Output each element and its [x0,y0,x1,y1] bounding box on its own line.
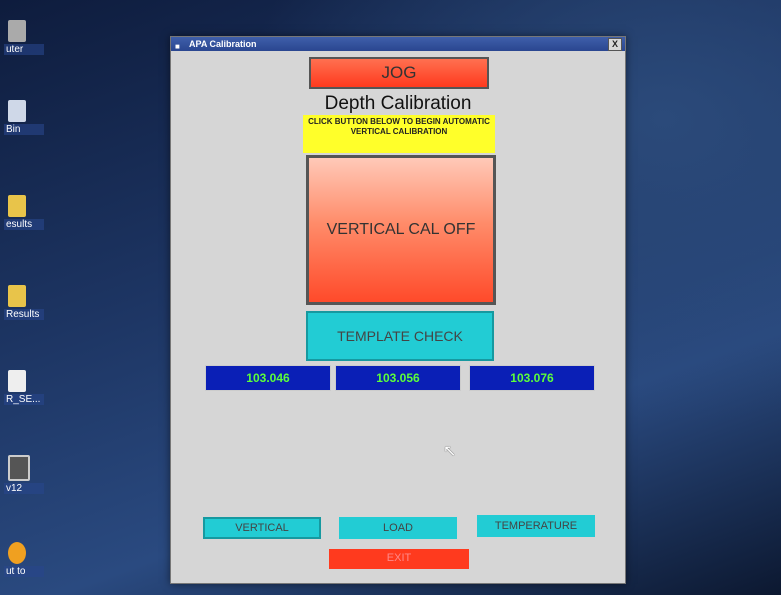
document-icon [8,370,26,392]
desktop-icon-label: ut to [4,566,44,577]
mouse-cursor-icon: ↖ [443,443,457,460]
desktop-icon-label: esults [4,219,44,230]
desktop-icon-file[interactable]: R_SE... [4,370,44,405]
chrome-icon [8,542,26,564]
vertical-button[interactable]: VERTICAL [203,517,321,539]
readout-1: 103.046 [205,365,331,391]
application-icon [8,455,30,481]
window-title: APA Calibration [189,39,257,49]
computer-icon [8,20,26,42]
calibration-notice: CLICK BUTTON BELOW TO BEGIN AUTOMATIC VE… [303,115,495,153]
desktop-icon-label: uter [4,44,44,55]
readout-2: 103.056 [335,365,461,391]
desktop-icon-label: R_SE... [4,394,44,405]
desktop-icon-chrome[interactable]: ut to [4,542,44,577]
folder-icon [8,285,26,307]
desktop-icon-label: Results [4,309,44,320]
desktop-icon-label: v12 [4,483,44,494]
template-check-button[interactable]: TEMPLATE CHECK [306,311,494,361]
folder-icon [8,195,26,217]
title-bar[interactable]: ■ APA Calibration X [171,37,625,51]
desktop-icon-recycle-bin[interactable]: Bin [4,100,44,135]
desktop-icon-results-folder-2[interactable]: Results [4,285,44,320]
desktop-icon-results-folder[interactable]: esults [4,195,44,230]
desktop-icon-app[interactable]: v12 [4,455,44,494]
page-title: Depth Calibration [324,93,472,114]
temperature-button[interactable]: TEMPERATURE [477,515,595,537]
app-icon: ■ [175,42,180,51]
readout-3: 103.076 [469,365,595,391]
close-icon[interactable]: X [608,38,622,51]
exit-button[interactable]: EXIT [329,549,469,569]
desktop-icon-computer[interactable]: uter [4,20,44,55]
load-button[interactable]: LOAD [339,517,457,539]
vertical-cal-button[interactable]: VERTICAL CAL OFF [306,155,496,305]
recycle-bin-icon [8,100,26,122]
calibration-window: ■ APA Calibration X JOG Depth Calibratio… [170,36,626,584]
desktop-icon-label: Bin [4,124,44,135]
jog-button[interactable]: JOG [309,57,489,89]
